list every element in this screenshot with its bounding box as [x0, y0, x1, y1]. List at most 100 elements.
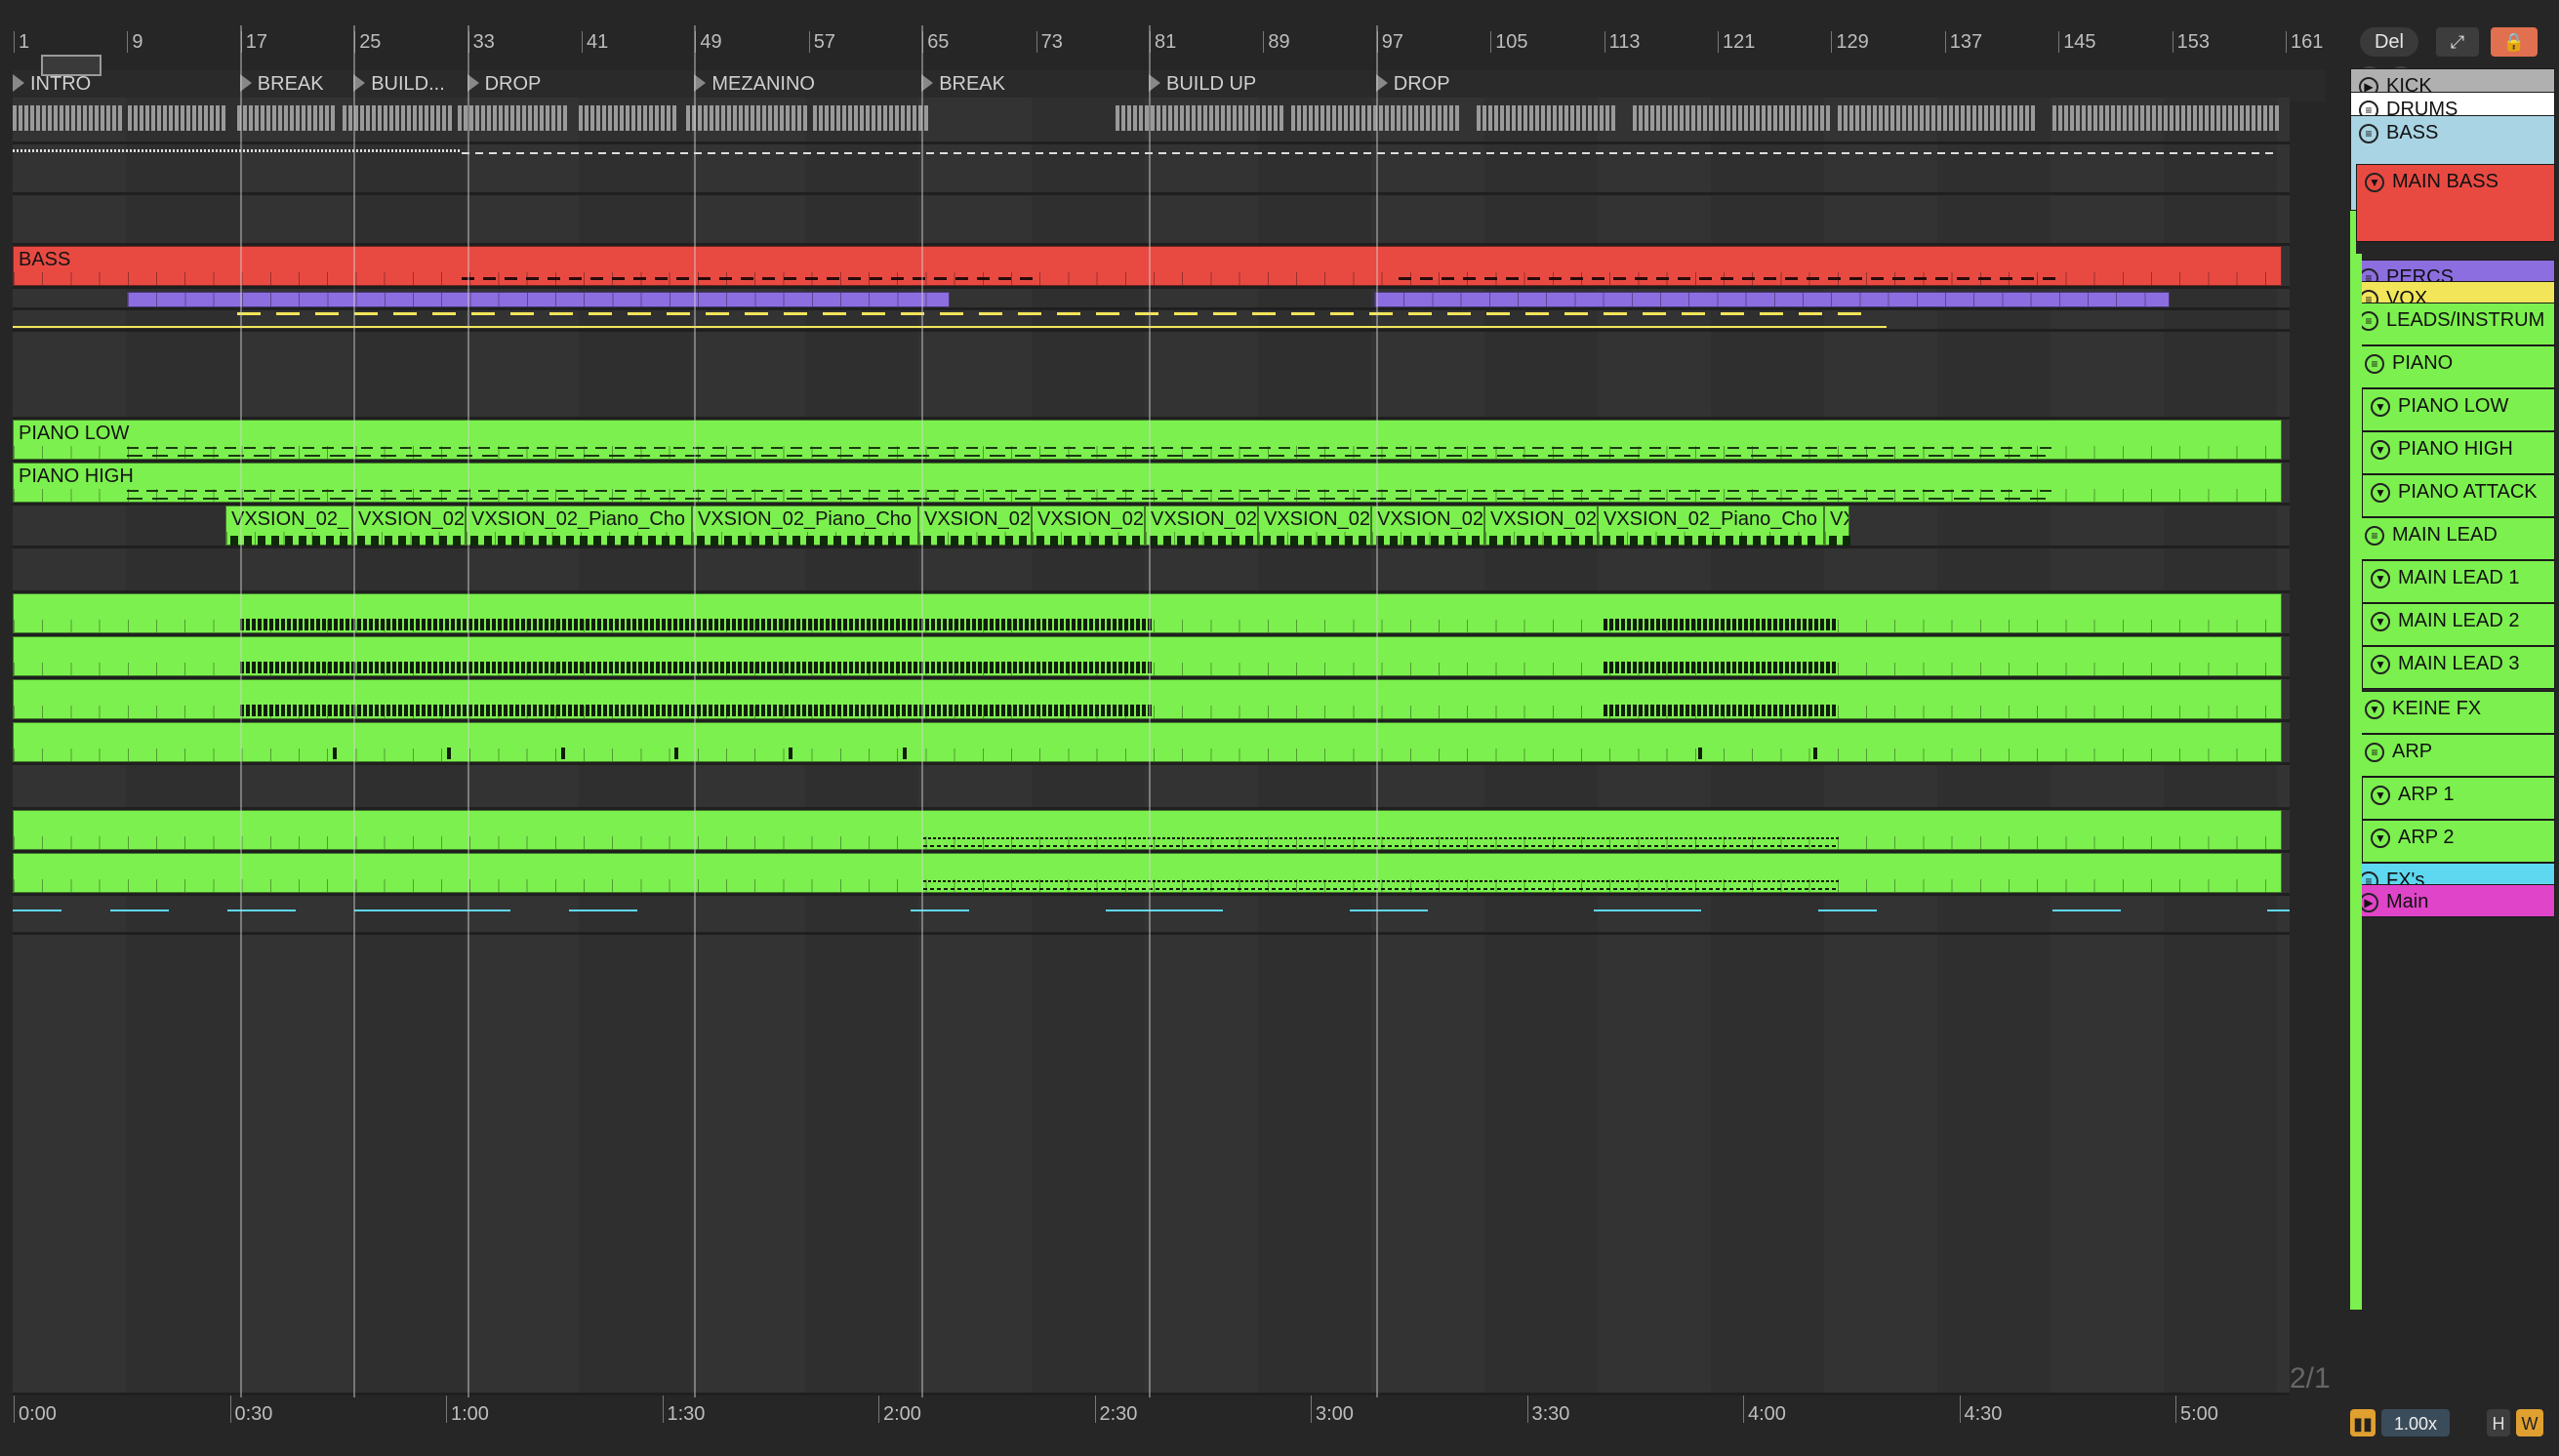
vxsion-clip[interactable]: VXSION_02: [1371, 506, 1484, 546]
fold-icon[interactable]: ▼: [2365, 173, 2384, 192]
kick-hit: [2070, 105, 2074, 131]
group-icon[interactable]: ≡: [2359, 311, 2378, 331]
track-header-main-lead-2[interactable]: ▼ MAIN LEAD 2: [2362, 603, 2555, 646]
arp-note: [1484, 880, 1487, 882]
locator-marker[interactable]: BUILD UP: [1149, 73, 1256, 96]
attack-wave: [470, 536, 479, 546]
h-button[interactable]: H: [2487, 1409, 2510, 1436]
lead-note: [703, 662, 707, 673]
lead-note: [632, 662, 636, 673]
locator-line: [467, 25, 469, 1397]
lock-button[interactable]: 🔒: [2491, 27, 2538, 57]
locator-marker[interactable]: BREAK: [240, 73, 324, 96]
track-header-main-lead[interactable]: ≡ MAIN LEAD: [2356, 517, 2555, 560]
zoom-field[interactable]: 1.00x: [2381, 1409, 2450, 1436]
piano-note: [673, 447, 685, 449]
locator-marker[interactable]: MEZANINO: [694, 73, 815, 96]
track-header-arp[interactable]: ≡ ARP: [2356, 734, 2555, 777]
track-header-piano[interactable]: ≡ PIANO: [2356, 345, 2555, 388]
track-header-arp-2[interactable]: ▼ ARP 2: [2362, 820, 2555, 863]
vxsion-clip[interactable]: VXSION_02: [1145, 506, 1258, 546]
group-icon[interactable]: ≡: [2365, 526, 2384, 546]
track-header-piano-low[interactable]: ▼ PIANO LOW: [2362, 388, 2555, 431]
drum-note: [803, 152, 812, 154]
arp-note: [1763, 880, 1766, 882]
kick-hit: [1250, 105, 1254, 131]
fold-icon[interactable]: ▼: [2371, 829, 2390, 848]
piano-note: [1845, 490, 1856, 492]
time-ruler[interactable]: 0:00 0:30 1:00 1:30 2:00 2:30 3:00 3:30 4:00 4:30…: [13, 1395, 2336, 1436]
lead-note: [603, 662, 607, 673]
kick-hit: [751, 105, 754, 131]
vxsion-clip[interactable]: VXSION_02_Piano_Cho: [692, 506, 918, 546]
group-icon[interactable]: ≡: [2365, 743, 2384, 762]
fold-icon[interactable]: ▼: [2371, 440, 2390, 460]
fold-icon[interactable]: ▼: [2365, 700, 2384, 719]
lead-note: [1095, 662, 1099, 673]
drum-note: [274, 149, 277, 152]
play-icon[interactable]: ▶: [2359, 893, 2378, 912]
vxsion-clip[interactable]: VXSION_02_Piano_Cho: [466, 506, 692, 546]
track-header-arp-1[interactable]: ▼ ARP 1: [2362, 777, 2555, 820]
track-header-main-bass[interactable]: ▼ MAIN BASS: [2356, 164, 2555, 242]
percs-clip[interactable]: [127, 292, 950, 307]
arp-note: [1611, 837, 1614, 839]
kick-hit: [1320, 105, 1324, 131]
locator-marker[interactable]: DROP: [1376, 73, 1450, 96]
piano-note: [279, 455, 295, 457]
vxsion-clip[interactable]: VX: [1824, 506, 1851, 546]
vxsion-clip[interactable]: VXSION_02_Piano_Cho: [1598, 506, 1824, 546]
percs-clip[interactable]: [1374, 292, 2170, 307]
w-button[interactable]: W: [2516, 1409, 2543, 1436]
loop-brace[interactable]: [41, 55, 102, 76]
arp-note: [1716, 888, 1721, 890]
locator-marker[interactable]: BREAK: [921, 73, 1005, 96]
track-header-main[interactable]: ▶ Main: [2350, 884, 2555, 917]
audio-engine-icon[interactable]: ▮▮: [2350, 1409, 2376, 1436]
piano-note: [1747, 490, 1759, 492]
track-header-main-lead-3[interactable]: ▼ MAIN LEAD 3: [2362, 646, 2555, 689]
arp-note: [1333, 880, 1336, 882]
fold-icon[interactable]: ▼: [2371, 786, 2390, 805]
lead-note: [873, 619, 876, 630]
vxsion-clip[interactable]: VXSION_02: [1258, 506, 1371, 546]
fold-icon[interactable]: ▼: [2371, 655, 2390, 674]
drum-note: [321, 149, 324, 152]
group-icon[interactable]: ≡: [2359, 124, 2378, 143]
vxsion-clip[interactable]: VXSION_02: [1484, 506, 1598, 546]
fold-icon[interactable]: ▼: [2371, 483, 2390, 503]
locator-marker[interactable]: INTRO: [13, 73, 91, 96]
lead-note: [1627, 619, 1631, 630]
vxsion-clip[interactable]: VXSION_02: [918, 506, 1032, 546]
vxsion-clip[interactable]: VXSION_02: [352, 506, 466, 546]
delete-button[interactable]: Del: [2360, 27, 2418, 57]
beat-ruler[interactable]: 1 9 17 25 33 41 49 57 65 73 81 89 97 105 113 121 129 137 1…: [13, 29, 2326, 57]
piano-note: [1845, 447, 1856, 449]
bass-note: [1892, 277, 1906, 280]
arp-note: [1104, 880, 1107, 882]
attack-wave: [1753, 536, 1762, 546]
kick-hit: [643, 105, 647, 131]
fold-icon[interactable]: ▼: [2371, 612, 2390, 631]
locator-marker[interactable]: DROP: [467, 73, 542, 96]
track-header-piano-attack[interactable]: ▼ PIANO ATTACK: [2362, 474, 2555, 517]
lead-note: [515, 705, 519, 716]
lead-note: [1101, 662, 1105, 673]
track-header-main-lead-1[interactable]: ▼ MAIN LEAD 1: [2362, 560, 2555, 603]
kick-hit: [792, 105, 795, 131]
fold-icon[interactable]: ▼: [2371, 397, 2390, 417]
locator-marker[interactable]: BUILD...: [353, 73, 445, 96]
attack-wave: [833, 536, 842, 546]
track-header-keine-fx[interactable]: ▼ KEINE FX: [2356, 691, 2555, 734]
track-header-leads-instrum[interactable]: ≡ LEADS/INSTRUM: [2350, 303, 2555, 345]
expand-button[interactable]: ⤢: [2436, 27, 2479, 57]
lead-note: [445, 705, 449, 716]
track-header-piano-high[interactable]: ▼ PIANO HIGH: [2362, 431, 2555, 474]
vxsion-clip[interactable]: VXSION_02_: [225, 506, 352, 546]
piano-note: [2005, 455, 2020, 457]
fold-icon[interactable]: ▼: [2371, 569, 2390, 588]
group-icon[interactable]: ≡: [2365, 354, 2384, 374]
attack-wave: [1118, 536, 1127, 546]
arp-note: [1764, 845, 1768, 847]
vxsion-clip[interactable]: VXSION_02: [1032, 506, 1145, 546]
